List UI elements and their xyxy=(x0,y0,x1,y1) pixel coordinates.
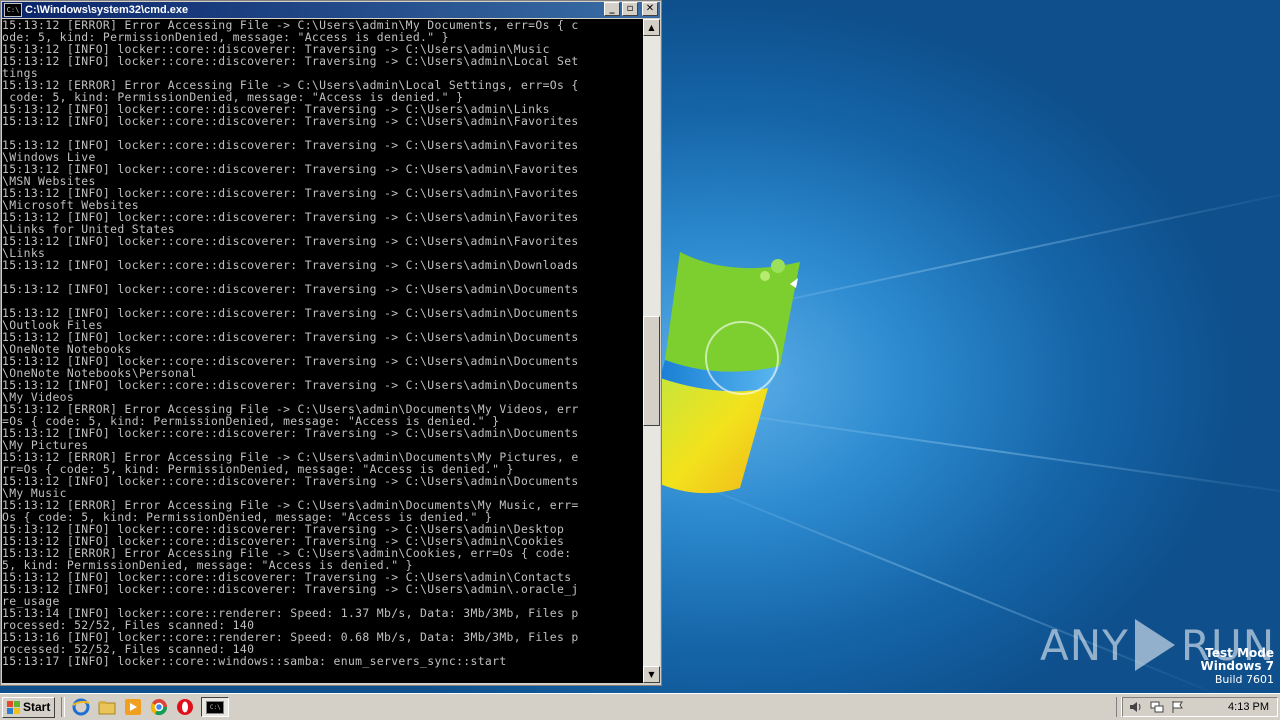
action-center-flag-icon[interactable] xyxy=(1170,699,1186,715)
opera-icon[interactable] xyxy=(175,697,195,717)
maximize-button[interactable]: ▫ xyxy=(622,2,638,16)
start-button[interactable]: Start xyxy=(2,696,56,718)
test-mode-line3: Build 7601 xyxy=(1214,673,1274,686)
windows-flag-icon xyxy=(7,700,20,714)
explorer-icon[interactable] xyxy=(97,697,117,717)
test-mode-line2: Windows 7 xyxy=(1200,659,1274,673)
taskbar-separator xyxy=(61,697,66,717)
scroll-down-arrow-icon[interactable]: ▼ xyxy=(643,666,660,683)
system-tray: 4:13 PM xyxy=(1122,697,1278,717)
start-label: Start xyxy=(23,700,51,714)
clock[interactable]: 4:13 PM xyxy=(1228,701,1269,713)
console-output[interactable]: 15:13:12 [ERROR] Error Accessing File ->… xyxy=(2,19,643,683)
scroll-up-arrow-icon[interactable]: ▲ xyxy=(643,19,660,36)
taskbar: Start C:\ 4:13 PM xyxy=(0,693,1280,720)
cmd-icon: C:\ xyxy=(206,700,225,714)
speaker-icon[interactable] xyxy=(1128,699,1144,715)
cmd-window-icon[interactable]: C:\ xyxy=(4,3,22,17)
test-mode-notice: Test Mode Windows 7 Build 7601 xyxy=(1200,647,1274,687)
cmd-window[interactable]: C:\ C:\Windows\system32\cmd.exe _ ▫ ✕ 15… xyxy=(0,0,662,686)
taskbar-cmd-button[interactable]: C:\ xyxy=(201,697,230,717)
ie-icon[interactable] xyxy=(71,697,91,717)
network-icon[interactable] xyxy=(1149,699,1165,715)
cmd-window-title: C:\Windows\system32\cmd.exe xyxy=(25,4,189,16)
minimize-button[interactable]: _ xyxy=(604,2,620,16)
media-player-icon[interactable] xyxy=(123,697,143,717)
close-button[interactable]: ✕ xyxy=(642,2,658,16)
console-text: 15:13:12 [ERROR] Error Accessing File ->… xyxy=(2,19,579,668)
chrome-icon[interactable] xyxy=(149,697,169,717)
watermark-left: ANY xyxy=(1040,620,1129,670)
play-icon xyxy=(1134,619,1175,671)
cmd-titlebar[interactable]: C:\ C:\Windows\system32\cmd.exe _ ▫ ✕ xyxy=(2,2,660,18)
console-scrollbar[interactable]: ▲ ▼ xyxy=(643,19,660,683)
scroll-thumb[interactable] xyxy=(643,316,660,426)
windows-logo-icon xyxy=(660,252,800,494)
